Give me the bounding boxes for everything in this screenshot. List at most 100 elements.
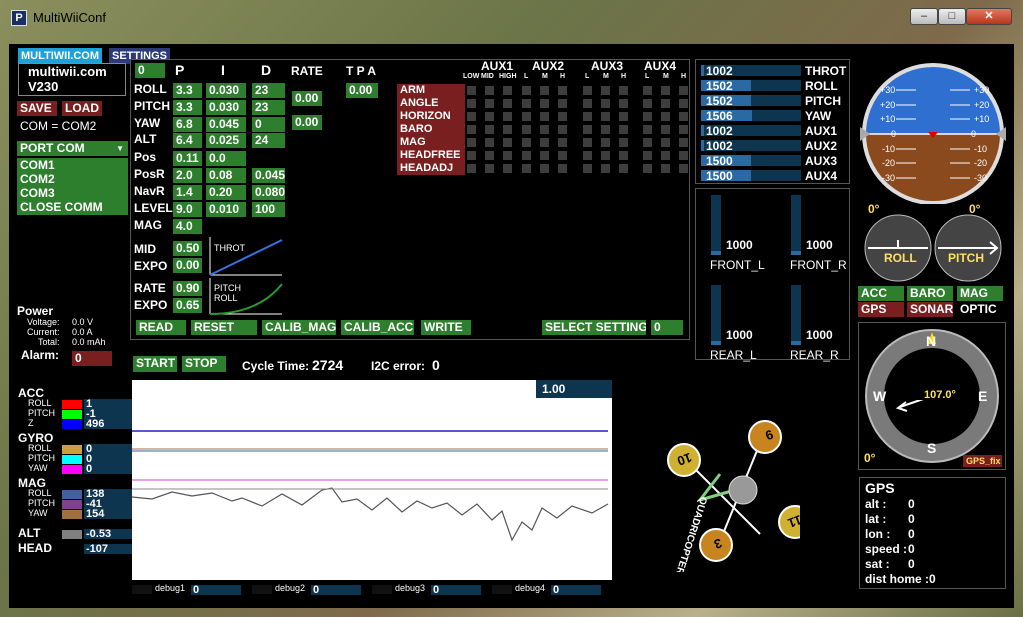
pid-p-field[interactable]: 1.4 bbox=[173, 185, 202, 200]
pid-i-field[interactable]: 0.20 bbox=[206, 185, 246, 200]
aux-checkbox[interactable] bbox=[601, 99, 610, 108]
read-button[interactable]: READ bbox=[136, 320, 186, 335]
title-bar[interactable]: P MultiWiiConf – □ ✕ bbox=[0, 0, 1023, 36]
select-setting-value[interactable]: 0 bbox=[651, 320, 683, 335]
pid-d-field[interactable]: 23 bbox=[252, 83, 285, 98]
aux-checkbox[interactable] bbox=[601, 86, 610, 95]
pid-p-field[interactable]: 6.8 bbox=[173, 117, 202, 132]
port-com1[interactable]: COM1 bbox=[17, 158, 128, 173]
aux-checkbox[interactable] bbox=[679, 151, 688, 160]
aux-checkbox[interactable] bbox=[583, 125, 592, 134]
close-comm-button[interactable]: CLOSE COMM bbox=[17, 200, 128, 215]
tab-multiwii-com[interactable]: MULTIWII.COM bbox=[18, 48, 102, 64]
aux-checkbox[interactable] bbox=[679, 86, 688, 95]
aux-checkbox[interactable] bbox=[467, 151, 476, 160]
aux-checkbox[interactable] bbox=[679, 125, 688, 134]
pid-i-field[interactable]: 0.0 bbox=[206, 151, 246, 166]
aux-checkbox[interactable] bbox=[467, 125, 476, 134]
aux-checkbox[interactable] bbox=[679, 99, 688, 108]
pid-i-field[interactable]: 0.010 bbox=[206, 202, 246, 217]
pid-p-field[interactable]: 3.3 bbox=[173, 100, 202, 115]
aux-checkbox[interactable] bbox=[558, 151, 567, 160]
rate2-field[interactable]: 0.90 bbox=[173, 281, 202, 296]
aux-checkbox[interactable] bbox=[485, 112, 494, 121]
aux-checkbox[interactable] bbox=[661, 138, 670, 147]
aux-checkbox[interactable] bbox=[503, 125, 512, 134]
port-com2[interactable]: COM2 bbox=[17, 172, 128, 187]
pid-p-field[interactable]: 2.0 bbox=[173, 168, 202, 183]
aux-checkbox[interactable] bbox=[540, 138, 549, 147]
aux-checkbox[interactable] bbox=[558, 99, 567, 108]
close-button[interactable]: ✕ bbox=[966, 8, 1012, 25]
load-button[interactable]: LOAD bbox=[62, 101, 102, 116]
aux-checkbox[interactable] bbox=[661, 112, 670, 121]
pid-d-field[interactable]: 24 bbox=[252, 133, 285, 148]
aux-checkbox[interactable] bbox=[503, 151, 512, 160]
pid-i-field[interactable]: 0.045 bbox=[206, 117, 246, 132]
aux-checkbox[interactable] bbox=[619, 138, 628, 147]
pid-i-field[interactable]: 0.030 bbox=[206, 100, 246, 115]
aux-checkbox[interactable] bbox=[485, 86, 494, 95]
expo-field[interactable]: 0.00 bbox=[173, 258, 202, 273]
aux-checkbox[interactable] bbox=[643, 138, 652, 147]
aux-checkbox[interactable] bbox=[540, 164, 549, 173]
aux-checkbox[interactable] bbox=[661, 164, 670, 173]
pid-d-field[interactable]: 0 bbox=[252, 117, 285, 132]
aux-checkbox[interactable] bbox=[485, 164, 494, 173]
tpa-field[interactable]: 0.00 bbox=[346, 83, 378, 98]
pid-p-field[interactable]: 3.3 bbox=[173, 83, 202, 98]
aux-checkbox[interactable] bbox=[619, 125, 628, 134]
pid-d-field[interactable]: 100 bbox=[252, 202, 285, 217]
aux-checkbox[interactable] bbox=[485, 125, 494, 134]
aux-checkbox[interactable] bbox=[558, 86, 567, 95]
aux-checkbox[interactable] bbox=[503, 138, 512, 147]
aux-checkbox[interactable] bbox=[467, 99, 476, 108]
aux-checkbox[interactable] bbox=[558, 112, 567, 121]
stop-button[interactable]: STOP bbox=[182, 356, 226, 372]
aux-checkbox[interactable] bbox=[540, 99, 549, 108]
pid-d-field[interactable]: 23 bbox=[252, 100, 285, 115]
aux-checkbox[interactable] bbox=[503, 99, 512, 108]
aux-checkbox[interactable] bbox=[558, 138, 567, 147]
select-setting-button[interactable]: SELECT SETTING bbox=[542, 320, 646, 335]
aux-checkbox[interactable] bbox=[503, 164, 512, 173]
maximize-button[interactable]: □ bbox=[938, 8, 966, 25]
aux-checkbox[interactable] bbox=[485, 151, 494, 160]
calib-mag-button[interactable]: CALIB_MAG bbox=[262, 320, 336, 335]
aux-checkbox[interactable] bbox=[601, 151, 610, 160]
aux-checkbox[interactable] bbox=[583, 99, 592, 108]
aux-checkbox[interactable] bbox=[619, 112, 628, 121]
aux-checkbox[interactable] bbox=[643, 125, 652, 134]
pid-p-field[interactable]: 6.4 bbox=[173, 133, 202, 148]
pid-d-field[interactable]: 0.080 bbox=[252, 185, 285, 200]
save-button[interactable]: SAVE bbox=[17, 101, 57, 116]
port-com-dropdown[interactable]: PORT COM ▼ bbox=[17, 141, 128, 156]
aux-checkbox[interactable] bbox=[467, 112, 476, 121]
aux-checkbox[interactable] bbox=[679, 164, 688, 173]
aux-checkbox[interactable] bbox=[619, 164, 628, 173]
reset-button[interactable]: RESET bbox=[191, 320, 257, 335]
aux-checkbox[interactable] bbox=[522, 125, 531, 134]
aux-checkbox[interactable] bbox=[601, 112, 610, 121]
aux-checkbox[interactable] bbox=[467, 138, 476, 147]
aux-checkbox[interactable] bbox=[522, 164, 531, 173]
aux-checkbox[interactable] bbox=[601, 125, 610, 134]
rate-yaw-field[interactable]: 0.00 bbox=[292, 115, 322, 130]
aux-checkbox[interactable] bbox=[679, 112, 688, 121]
aux-checkbox[interactable] bbox=[558, 164, 567, 173]
aux-checkbox[interactable] bbox=[522, 86, 531, 95]
aux-checkbox[interactable] bbox=[619, 99, 628, 108]
minimize-button[interactable]: – bbox=[910, 8, 938, 25]
aux-checkbox[interactable] bbox=[583, 86, 592, 95]
aux-checkbox[interactable] bbox=[540, 112, 549, 121]
aux-checkbox[interactable] bbox=[467, 164, 476, 173]
aux-checkbox[interactable] bbox=[643, 112, 652, 121]
aux-checkbox[interactable] bbox=[643, 164, 652, 173]
aux-checkbox[interactable] bbox=[661, 125, 670, 134]
aux-checkbox[interactable] bbox=[522, 99, 531, 108]
aux-checkbox[interactable] bbox=[679, 138, 688, 147]
pid-i-field[interactable]: 0.08 bbox=[206, 168, 246, 183]
pid-index[interactable]: 0 bbox=[135, 63, 165, 78]
mid-field[interactable]: 0.50 bbox=[173, 241, 202, 256]
aux-checkbox[interactable] bbox=[601, 164, 610, 173]
